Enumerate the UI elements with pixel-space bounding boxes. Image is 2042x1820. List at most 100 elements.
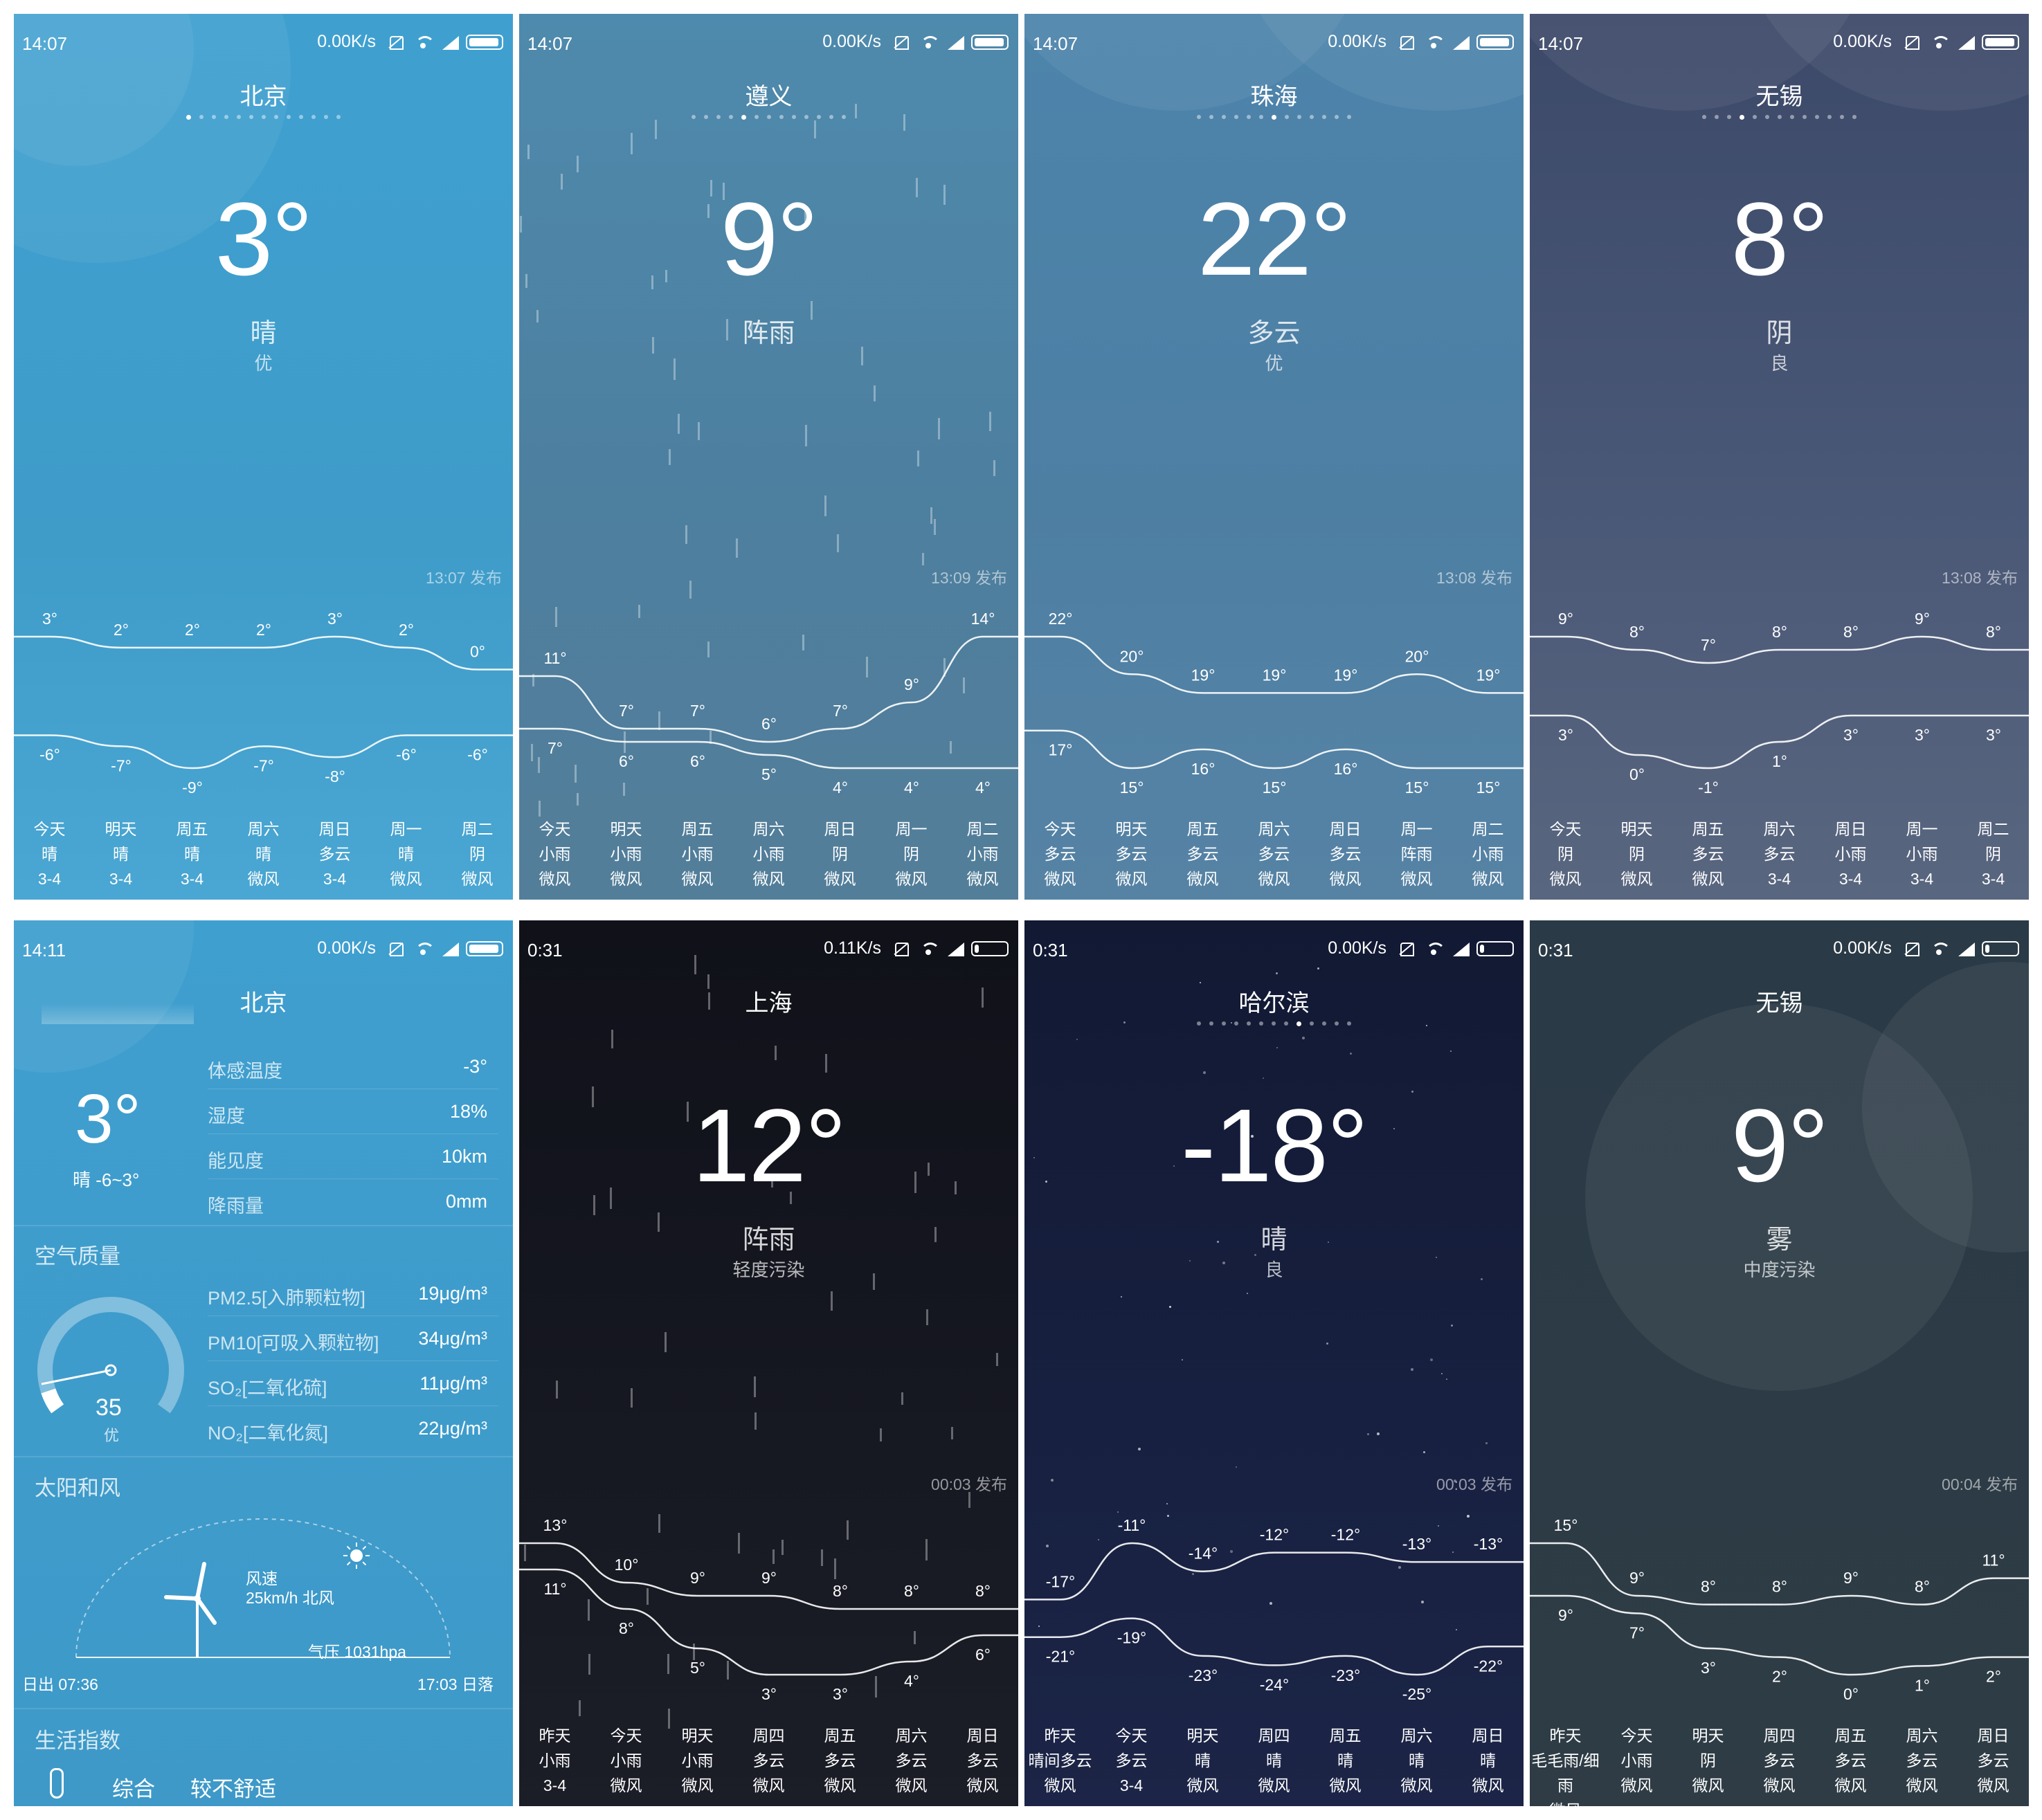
forecast-day[interactable]: 昨天 晴间多云 微风 — [1024, 1723, 1096, 1798]
forecast-day[interactable]: 周日 多云 微风 — [947, 1723, 1018, 1798]
page-dot[interactable] — [336, 115, 341, 119]
page-dot[interactable] — [1310, 115, 1314, 119]
page-dot[interactable] — [1740, 115, 1744, 120]
page-dot[interactable] — [792, 115, 796, 119]
forecast-day[interactable]: 明天晴 3-4 — [85, 817, 156, 891]
page-dot[interactable] — [299, 115, 303, 119]
forecast-day[interactable]: 周四晴微风 — [1238, 1723, 1310, 1798]
page-dot[interactable] — [1347, 115, 1351, 119]
page-dot[interactable] — [1702, 115, 1706, 119]
city-name[interactable]: 珠海 — [1024, 78, 1524, 111]
page-dot[interactable] — [1234, 1021, 1238, 1026]
city-name[interactable]: 无锡 — [1530, 78, 2029, 111]
weather-panel-wuxi[interactable]: 14:07 0.00K/s 无锡 8° 阴良 13:08 发布 9° 8° 7° 8° 8° 9° 8°… — [1530, 14, 2029, 900]
forecast-day[interactable]: 今天阴微风 — [1530, 817, 1601, 891]
forecast-day[interactable]: 周日 多云 3-4 — [299, 817, 370, 891]
page-dot[interactable] — [1815, 115, 1819, 119]
forecast-day[interactable]: 今天晴 3-4 — [14, 817, 85, 891]
page-dot[interactable] — [1297, 115, 1301, 119]
forecast-day[interactable]: 明天阴微风 — [1672, 1723, 1744, 1806]
page-indicator[interactable] — [1024, 115, 1524, 120]
page-dot[interactable] — [324, 115, 328, 119]
page-dot[interactable] — [842, 115, 846, 119]
forecast-day[interactable]: 周一阴微风 — [876, 817, 947, 891]
forecast-day[interactable]: 周二 小雨 微风 — [947, 817, 1018, 891]
page-dot[interactable] — [311, 115, 316, 119]
page-dot[interactable] — [741, 115, 746, 120]
forecast-day[interactable]: 今天 小雨 微风 — [519, 817, 590, 891]
forecast-day[interactable]: 周六 多云 3-4 — [1744, 817, 1815, 891]
page-dot[interactable] — [704, 115, 708, 119]
weather-panel-wuxi-night[interactable]: 0:31 0.00K/s 无锡 9° 雾中度污染 00:04 发布 15° 9° 8° 8° 9° 8… — [1530, 920, 2029, 1806]
page-dot[interactable] — [1209, 1021, 1213, 1026]
weather-detail-panel-beijing[interactable]: 14:11 0.00K/s 北京 3° 晴 -6~3° 体感温度 -3° 湿度 18% 能见度 10… — [14, 920, 513, 1806]
page-indicator[interactable] — [14, 115, 513, 120]
page-dot[interactable] — [1259, 115, 1263, 119]
forecast-day[interactable]: 今天 多云 3-4 — [1096, 1723, 1167, 1798]
page-dot[interactable] — [1322, 115, 1326, 119]
forecast-day[interactable]: 周五晴 3-4 — [156, 817, 228, 891]
forecast-day[interactable]: 周五 多云 微风 — [1167, 817, 1238, 891]
page-dot[interactable] — [1778, 115, 1782, 119]
page-dot[interactable] — [1209, 115, 1213, 119]
page-dot[interactable] — [1272, 115, 1276, 120]
page-dot[interactable] — [1827, 115, 1832, 119]
page-dot[interactable] — [274, 115, 278, 119]
forecast-day[interactable]: 周六 小雨 微风 — [733, 817, 804, 891]
forecast-day[interactable]: 周六晴微风 — [228, 817, 299, 891]
forecast-day[interactable]: 周六 多云 微风 — [876, 1723, 947, 1798]
forecast-day[interactable]: 周五 多云 微风 — [804, 1723, 876, 1798]
page-dot[interactable] — [1247, 115, 1251, 119]
page-dot[interactable] — [729, 115, 733, 119]
page-dot[interactable] — [1234, 115, 1238, 119]
city-name[interactable]: 遵义 — [519, 78, 1018, 111]
page-dot[interactable] — [804, 115, 808, 119]
forecast-day[interactable]: 明天 小雨 微风 — [662, 1723, 733, 1798]
page-dot[interactable] — [262, 115, 266, 119]
page-dot[interactable] — [1347, 1021, 1351, 1026]
page-dot[interactable] — [224, 115, 228, 119]
weather-panel-zhuhai[interactable]: 14:07 0.00K/s 珠海 22° 多云优 13:08 发布 22° 20° 19° 19°… — [1024, 14, 1524, 900]
page-dot[interactable] — [1272, 1021, 1276, 1026]
forecast-day[interactable]: 周日晴微风 — [1452, 1723, 1524, 1798]
page-dot[interactable] — [249, 115, 253, 119]
page-dot[interactable] — [1259, 1021, 1263, 1026]
forecast-day[interactable]: 周二阴 3-4 — [1958, 817, 2029, 891]
forecast-day[interactable]: 周日 多云 微风 — [1310, 817, 1381, 891]
forecast-day[interactable]: 明天晴微风 — [1167, 1723, 1238, 1798]
page-dot[interactable] — [1222, 1021, 1226, 1026]
page-dot[interactable] — [1802, 115, 1807, 119]
page-dot[interactable] — [1197, 115, 1201, 119]
page-indicator[interactable] — [1530, 115, 2029, 120]
page-dot[interactable] — [1247, 1021, 1251, 1026]
page-dot[interactable] — [767, 115, 771, 119]
page-dot[interactable] — [287, 115, 291, 119]
page-dot[interactable] — [212, 115, 216, 119]
page-dot[interactable] — [1284, 1021, 1288, 1026]
page-dot[interactable] — [1335, 115, 1339, 119]
forecast-day[interactable]: 周五晴微风 — [1310, 1723, 1381, 1798]
forecast-day[interactable]: 周日阴微风 — [804, 817, 876, 891]
page-dot[interactable] — [186, 115, 191, 120]
page-indicator[interactable] — [519, 115, 1018, 120]
weather-panel-beijing[interactable]: 14:07 0.00K/s 北京 3° 晴优 13:07 发布 3° 2° 2° 2° 3° 2° 0°… — [14, 14, 513, 900]
page-indicator[interactable] — [1024, 1021, 1524, 1026]
page-dot[interactable] — [1285, 115, 1289, 119]
page-dot[interactable] — [1715, 115, 1719, 119]
page-dot[interactable] — [1727, 115, 1731, 119]
forecast-day[interactable]: 周日 多云 微风 — [1958, 1723, 2029, 1806]
page-dot[interactable] — [1222, 115, 1226, 119]
forecast-day[interactable]: 明天 小雨 微风 — [590, 817, 662, 891]
forecast-day[interactable]: 周一 小雨 3-4 — [1886, 817, 1958, 891]
forecast-day[interactable]: 今天 小雨 微风 — [590, 1723, 662, 1798]
city-name[interactable]: 哈尔滨 — [1024, 984, 1524, 1018]
page-dot[interactable] — [716, 115, 721, 119]
forecast-day[interactable]: 昨天毛毛雨/细雨微风 — [1530, 1723, 1601, 1806]
city-name[interactable]: 上海 — [519, 984, 1018, 1018]
page-dot[interactable] — [817, 115, 821, 119]
forecast-day[interactable]: 明天阴微风 — [1601, 817, 1672, 891]
page-dot[interactable] — [1197, 1021, 1201, 1026]
forecast-day[interactable]: 周一 阵雨 微风 — [1381, 817, 1452, 891]
forecast-day[interactable]: 周六 多云 微风 — [1238, 817, 1310, 891]
page-dot[interactable] — [755, 115, 759, 119]
